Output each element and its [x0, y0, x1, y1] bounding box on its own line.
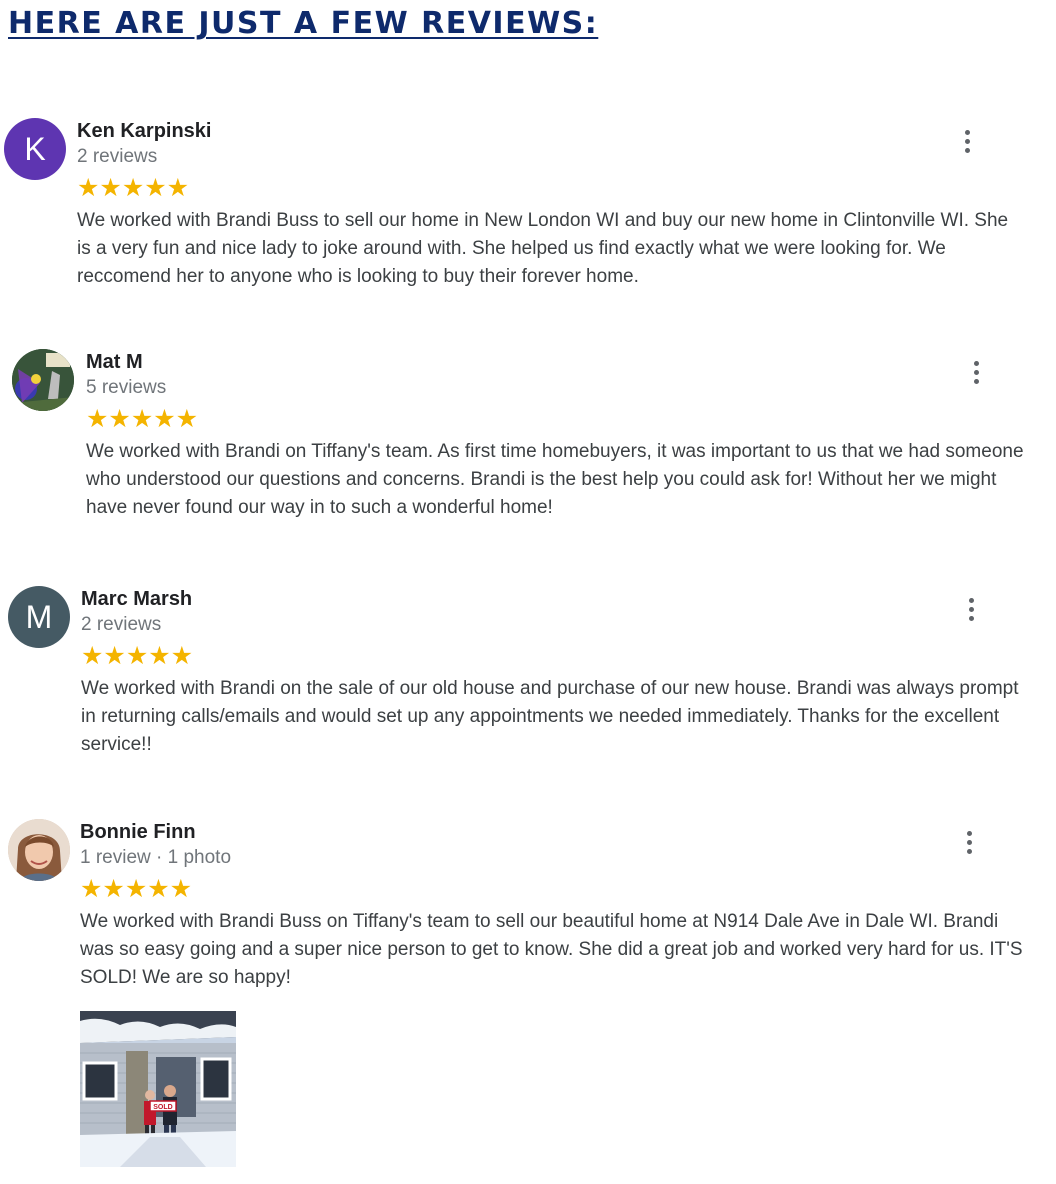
- star-rating: ★★★★★: [80, 874, 193, 903]
- more-options-icon[interactable]: [957, 130, 977, 158]
- reviewer-name[interactable]: Mat M: [86, 349, 143, 375]
- reviewer-name[interactable]: Ken Karpinski: [77, 118, 211, 144]
- review-card: Mat M 5 reviews ★★★★★ We worked with Bra…: [0, 349, 1056, 529]
- avatar[interactable]: [12, 349, 74, 411]
- review-card: Bonnie Finn 1 review · 1 photo ★★★★★ We …: [0, 819, 1056, 999]
- review-count: 2 reviews: [77, 146, 158, 167]
- review-count: 1 review · 1 photo: [80, 847, 232, 868]
- star-rating: ★★★★★: [77, 173, 190, 202]
- avatar[interactable]: [8, 819, 70, 881]
- review-card: M Marc Marsh 2 reviews ★★★★★ We worked w…: [0, 586, 1056, 766]
- review-card: K Ken Karpinski 2 reviews ★★★★★ We worke…: [0, 118, 1056, 298]
- page-heading: HERE ARE JUST A FEW REVIEWS:: [8, 6, 599, 41]
- review-count: 5 reviews: [86, 377, 167, 398]
- sold-sign: SOLD: [153, 1104, 172, 1111]
- more-options-icon[interactable]: [959, 831, 979, 859]
- review-text: We worked with Brandi on the sale of our…: [81, 678, 1019, 755]
- reviewer-name[interactable]: Marc Marsh: [81, 586, 192, 612]
- review-count: 2 reviews: [81, 614, 162, 635]
- reviewer-name[interactable]: Bonnie Finn: [80, 819, 196, 845]
- avatar[interactable]: K: [4, 118, 66, 180]
- more-options-icon[interactable]: [966, 361, 986, 389]
- review-text: We worked with Brandi on Tiffany's team.…: [86, 441, 1024, 518]
- house-sold-photo: SOLD: [80, 1011, 236, 1167]
- star-rating: ★★★★★: [81, 641, 194, 670]
- avatar-portrait-icon: [8, 819, 70, 881]
- more-options-icon[interactable]: [961, 598, 981, 626]
- star-rating: ★★★★★: [86, 404, 199, 433]
- review-photo[interactable]: SOLD: [80, 1011, 236, 1167]
- review-text: We worked with Brandi Buss on Tiffany's …: [80, 911, 1023, 988]
- review-text: We worked with Brandi Buss to sell our h…: [77, 210, 1009, 287]
- avatar[interactable]: M: [8, 586, 70, 648]
- avatar-illustration-icon: [12, 349, 74, 411]
